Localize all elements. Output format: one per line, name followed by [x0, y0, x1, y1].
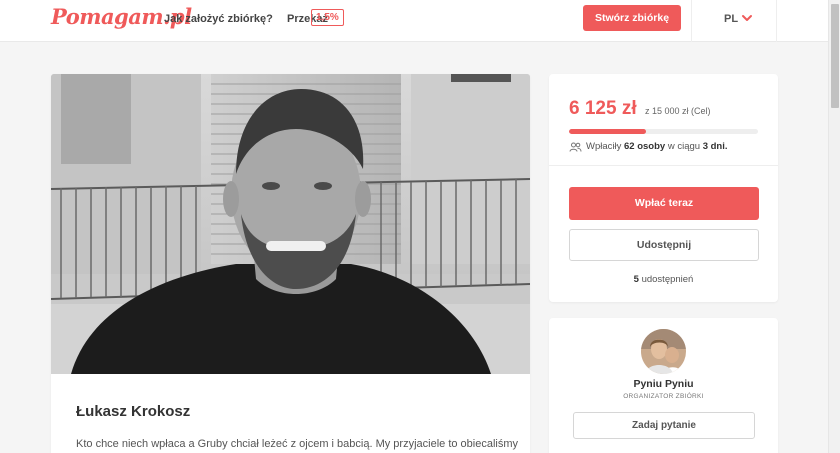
campaign-description: Kto chce niech wpłaca a Gruby chciał leż… — [76, 438, 519, 450]
nav-link-how-to-start[interactable]: Jak założyć zbiórkę? — [164, 13, 273, 25]
donors-mid: w ciągu — [667, 141, 701, 152]
shares-label: udostępnień — [641, 274, 694, 285]
page-scrollbar[interactable] — [828, 0, 840, 453]
ask-question-button[interactable]: Zadaj pytanie — [573, 412, 755, 439]
campaign-title: Łukasz Krokosz — [76, 403, 191, 420]
divider — [549, 165, 778, 166]
language-selector[interactable]: PL — [691, 0, 777, 42]
organizer-role: ORGANIZATOR ZBIÓRKI — [623, 393, 704, 400]
organizer-name[interactable]: Pyniu Pyniu — [549, 378, 778, 390]
campaign-photo — [51, 74, 530, 374]
raised-amount: 6 125 zł — [569, 98, 637, 119]
donate-now-button[interactable]: Wpłać teraz — [569, 187, 759, 220]
donors-days: 3 dni. — [702, 141, 728, 152]
goal-amount: z 15 000 zł (Cel) — [645, 106, 711, 116]
share-button[interactable]: Udostępnij — [569, 229, 759, 261]
progress-bar-fill — [569, 129, 647, 134]
organizer-card: Pyniu Pyniu ORGANIZATOR ZBIÓRKI Zadaj py… — [549, 318, 778, 453]
donors-prefix: Wpłaciły — [586, 141, 622, 152]
scrollbar-thumb[interactable] — [831, 4, 839, 108]
chevron-down-icon — [742, 15, 752, 21]
create-fundraiser-button[interactable]: Stwórz zbiórkę — [583, 5, 681, 31]
transfer-percent-badge[interactable]: 1,5% — [311, 9, 344, 26]
shares-number: 5 — [633, 274, 639, 285]
language-label: PL — [724, 13, 739, 25]
campaign-card: Łukasz Krokosz Kto chce niech wpłaca a G… — [51, 74, 530, 453]
top-navbar: Pomagam.pl Jak założyć zbiórkę? Przekaż … — [0, 0, 828, 42]
progress-bar — [569, 129, 758, 134]
people-icon — [569, 142, 582, 152]
shares-count: 5 udostępnień — [549, 274, 778, 285]
donors-count: 62 osoby — [624, 141, 666, 152]
donation-stats-card: 6 125 zł z 15 000 zł (Cel) Wpłaciły 62 o… — [549, 74, 778, 302]
organizer-avatar[interactable] — [641, 329, 686, 374]
donors-summary: Wpłaciły 62 osoby w ciągu 3 dni. — [569, 141, 728, 152]
